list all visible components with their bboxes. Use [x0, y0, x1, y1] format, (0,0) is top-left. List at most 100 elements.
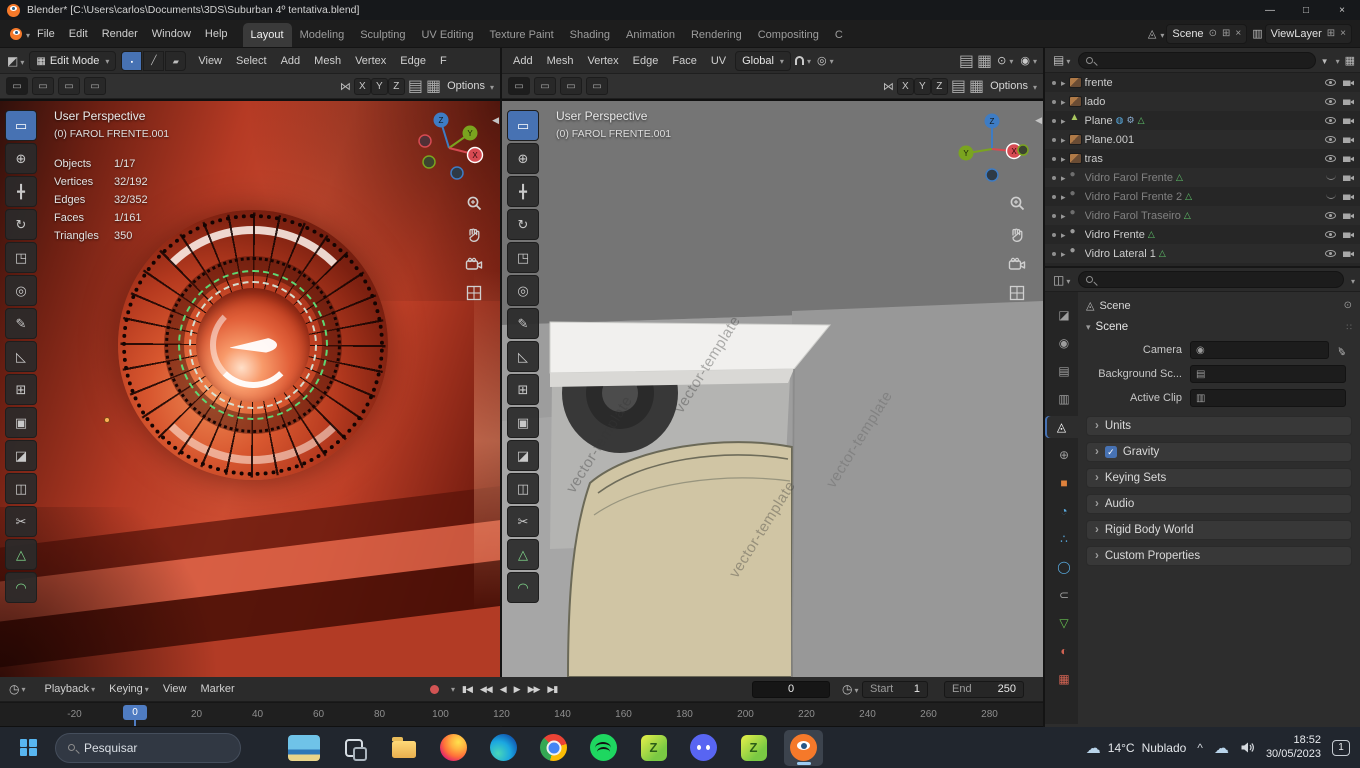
- properties-search-input[interactable]: [1078, 271, 1344, 288]
- file-explorer[interactable]: [384, 730, 423, 766]
- tool-spin[interactable]: ◠: [5, 572, 37, 603]
- eyedropper-icon[interactable]: [1336, 343, 1347, 357]
- hide-eye-icon[interactable]: [1322, 175, 1339, 180]
- jump-to-start-button[interactable]: ▮◀: [462, 684, 473, 695]
- property-field[interactable]: [1190, 389, 1346, 407]
- tool-transform[interactable]: ◎: [507, 275, 539, 306]
- disable-in-render-icon[interactable]: [1342, 230, 1355, 239]
- disable-in-render-icon[interactable]: [1342, 154, 1355, 163]
- axis-toggle[interactable]: Y: [370, 77, 388, 95]
- new-scene-icon[interactable]: [1222, 28, 1230, 39]
- workspace-tab[interactable]: Animation: [618, 23, 683, 47]
- pan-hand-icon[interactable]: [1009, 226, 1025, 243]
- close-button[interactable]: ×: [1324, 0, 1360, 20]
- collapsed-section[interactable]: Gravity: [1086, 442, 1352, 462]
- menu-item[interactable]: Edit: [62, 28, 95, 40]
- options-dropdown[interactable]: Options: [990, 80, 1028, 92]
- hide-eye-icon[interactable]: [1322, 250, 1339, 257]
- menu-item[interactable]: View: [156, 683, 194, 695]
- orientation-dropdown[interactable]: Global: [735, 50, 791, 71]
- discord[interactable]: [684, 730, 723, 766]
- menu-item[interactable]: Add: [506, 55, 540, 67]
- 3d-view-right[interactable]: vector-template vector-template vector-t…: [502, 101, 1043, 677]
- tab-constraints[interactable]: ⊂: [1050, 584, 1078, 606]
- hidden-icons-chevron[interactable]: [1197, 741, 1203, 755]
- tab-render[interactable]: ◉: [1050, 332, 1078, 354]
- select-intersect-button[interactable]: [586, 77, 608, 95]
- properties-options-caret-icon[interactable]: [1349, 271, 1355, 289]
- tool-poly-build[interactable]: △: [507, 539, 539, 570]
- expand-arrow-icon[interactable]: [1061, 229, 1066, 241]
- collapsed-section[interactable]: Rigid Body World: [1086, 520, 1352, 540]
- hide-eye-icon[interactable]: [1322, 194, 1339, 199]
- disable-in-render-icon[interactable]: [1342, 135, 1355, 144]
- zoom-icon[interactable]: [1009, 195, 1026, 212]
- tab-object-data[interactable]: ▽: [1050, 612, 1078, 634]
- new-viewlayer-icon[interactable]: [1327, 28, 1335, 39]
- navigation-gizmo[interactable]: Z Y X: [412, 109, 486, 183]
- properties-editor-button[interactable]: [1050, 271, 1073, 289]
- xray-icon[interactable]: [977, 51, 992, 71]
- tool-knife[interactable]: ✂: [5, 506, 37, 537]
- expand-arrow-icon[interactable]: [1061, 134, 1066, 146]
- chrome[interactable]: [534, 730, 573, 766]
- hide-eye-icon[interactable]: [1322, 79, 1339, 86]
- notification-badge[interactable]: 1: [1332, 739, 1350, 756]
- tab-object[interactable]: ■: [1050, 472, 1078, 494]
- axis-toggle[interactable]: X: [353, 77, 371, 95]
- tool-cursor[interactable]: ⊕: [5, 143, 37, 174]
- pin-id-icon[interactable]: [1344, 300, 1352, 311]
- select-extend-button[interactable]: [32, 77, 54, 95]
- disable-in-render-icon[interactable]: [1342, 173, 1355, 182]
- collapsed-section[interactable]: Custom Properties: [1086, 546, 1352, 566]
- clock-widget[interactable]: 18:52 30/05/2023: [1266, 734, 1321, 762]
- proportional-edit-widget[interactable]: [815, 54, 836, 67]
- current-frame-field[interactable]: 0: [752, 680, 830, 698]
- disable-in-render-icon[interactable]: [1342, 211, 1355, 220]
- workspace-tab[interactable]: Compositing: [750, 23, 827, 47]
- menu-item[interactable]: Keying: [102, 683, 156, 695]
- property-field[interactable]: [1190, 365, 1346, 383]
- select-set-button[interactable]: [6, 77, 28, 95]
- z-app[interactable]: Z: [634, 730, 673, 766]
- tool-annotate[interactable]: ✎: [5, 308, 37, 339]
- tool-loop-cut[interactable]: ◫: [507, 473, 539, 504]
- mirror-icon[interactable]: [340, 77, 351, 95]
- tool-measure[interactable]: ◺: [507, 341, 539, 372]
- workspace-tab[interactable]: UV Editing: [413, 23, 481, 47]
- workspace-tab[interactable]: Sculpting: [352, 23, 413, 47]
- mirror-icon[interactable]: [883, 77, 894, 95]
- Vidro Lateral 1[interactable]: Vidro Lateral 1: [1045, 244, 1360, 263]
- collapsed-section[interactable]: Keying Sets: [1086, 468, 1352, 488]
- menu-item[interactable]: Face: [665, 55, 703, 67]
- keying-caret-icon[interactable]: [449, 683, 455, 695]
- expand-arrow-icon[interactable]: [1061, 115, 1066, 127]
- expand-arrow-icon[interactable]: [1061, 153, 1066, 165]
- blender-menu-icon[interactable]: [10, 27, 22, 40]
- tool-bevel[interactable]: ◪: [507, 440, 539, 471]
- menu-item[interactable]: Vertex: [348, 55, 393, 67]
- viewlayer-selector[interactable]: ViewLayer: [1252, 23, 1352, 44]
- tool-knife[interactable]: ✂: [507, 506, 539, 537]
- navigation-gizmo[interactable]: Z Y X: [955, 109, 1029, 183]
- timeline-editor-button[interactable]: [6, 682, 29, 696]
- Vidro Frente[interactable]: Vidro Frente: [1045, 225, 1360, 244]
- hide-eye-icon[interactable]: [1322, 231, 1339, 238]
- start-button[interactable]: [10, 731, 46, 765]
- menu-item[interactable]: Marker: [193, 683, 241, 695]
- hide-eye-icon[interactable]: [1322, 155, 1339, 162]
- edge-select-button[interactable]: [143, 50, 165, 71]
- mode-dropdown[interactable]: Edit Mode: [29, 50, 117, 71]
- menu-item[interactable]: Playback: [38, 683, 103, 695]
- menu-item[interactable]: UV: [704, 55, 733, 67]
- timeline-ruler[interactable]: -20 0 20 40 60 80 100 120 140 160 180 200 220 240 260 2…: [0, 702, 1043, 726]
- 3d-view-left[interactable]: ▭ ⊕ ╋ ↻ ◳ ◎ ✎ ◺ ⊞ ▣ ◪ ◫ ✂ △ ◠ User Perspective (0) FAR…: [0, 101, 500, 677]
- disable-in-render-icon[interactable]: [1342, 192, 1355, 201]
- minimize-button[interactable]: —: [1252, 0, 1288, 20]
- tab-output[interactable]: ▤: [1050, 360, 1078, 382]
- tool-move[interactable]: ╋: [5, 176, 37, 207]
- tab-modifiers[interactable]: ◔: [1050, 500, 1078, 522]
- workspace-tab[interactable]: C: [827, 23, 851, 47]
- workspace-tab[interactable]: Shading: [562, 23, 618, 47]
- menu-item[interactable]: Render: [95, 28, 145, 40]
